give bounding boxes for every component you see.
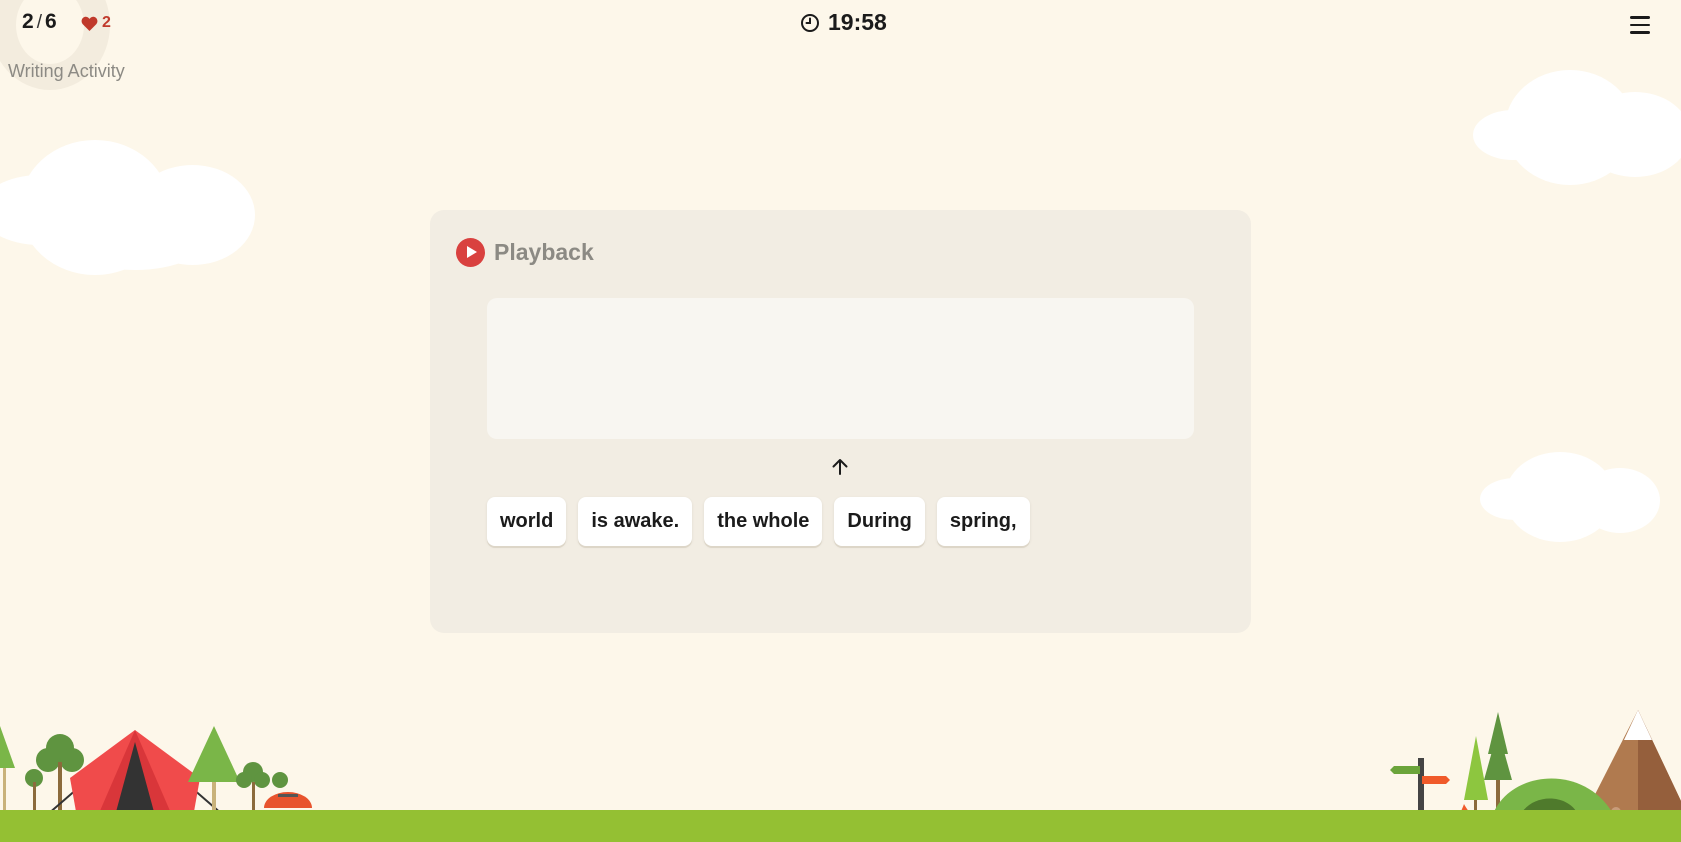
playback-button[interactable]: Playback (456, 238, 594, 267)
lives-count: 2 (102, 14, 111, 31)
progress-separator: / (36, 12, 42, 33)
word-tile[interactable]: spring, (936, 497, 1030, 546)
timer: 19:58 (800, 9, 887, 36)
progress-counter: 2/6 (22, 10, 57, 34)
menu-bar (1630, 31, 1650, 34)
tree-icon (0, 726, 15, 810)
ground (0, 810, 1681, 842)
word-tile[interactable]: is awake. (578, 497, 693, 546)
word-tile[interactable]: world (487, 497, 567, 546)
heart-icon (81, 16, 98, 31)
menu-bar (1630, 23, 1650, 27)
progress-current: 2 (22, 10, 34, 33)
word-tile[interactable]: During (834, 497, 925, 546)
lives-indicator: 2 (81, 14, 111, 32)
signpost-icon (1390, 758, 1450, 813)
timer-value: 19:58 (828, 9, 887, 35)
play-icon[interactable] (456, 238, 485, 267)
activity-title: Writing Activity (8, 61, 125, 81)
answer-drop-area[interactable] (487, 298, 1194, 439)
word-tile-bank: world is awake. the whole During spring, (487, 497, 1030, 546)
playback-label: Playback (494, 239, 594, 265)
menu-bar (1630, 16, 1650, 19)
arrow-up-icon (832, 459, 848, 475)
clock-icon (801, 13, 819, 32)
progress-total: 6 (44, 10, 57, 33)
word-tile[interactable]: the whole (704, 497, 823, 546)
hamburger-menu-icon[interactable] (1629, 14, 1651, 36)
stage: 2/6 2 Writing Activity 19:58 Playback wo… (0, 0, 1681, 842)
activity-card: Playback world is awake. the whole Durin… (430, 210, 1251, 633)
